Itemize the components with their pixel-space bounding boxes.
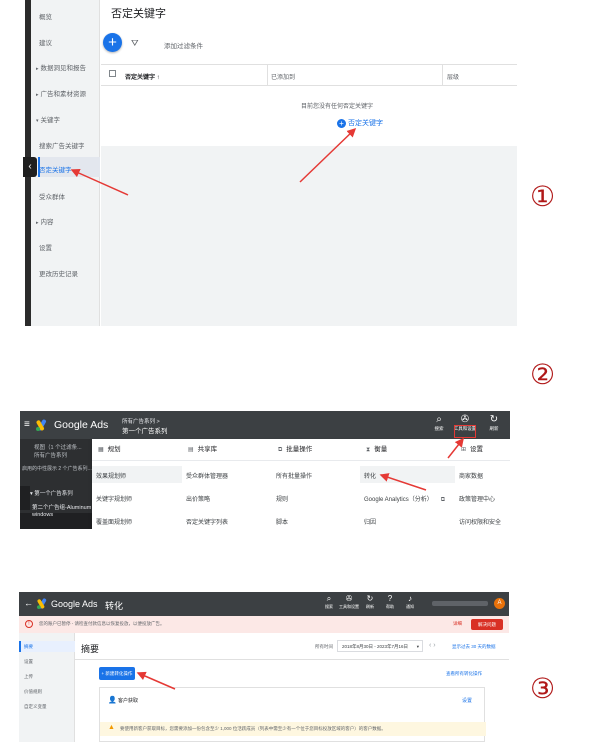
arrow-to-new-conversion [136,671,176,690]
arrow-to-tools [447,437,464,459]
annotation-arrows [70,127,464,690]
arrow-to-add-negative-keyword [299,127,357,183]
arrow-to-negative-keywords [70,168,129,196]
arrow-to-conversions [379,473,427,491]
